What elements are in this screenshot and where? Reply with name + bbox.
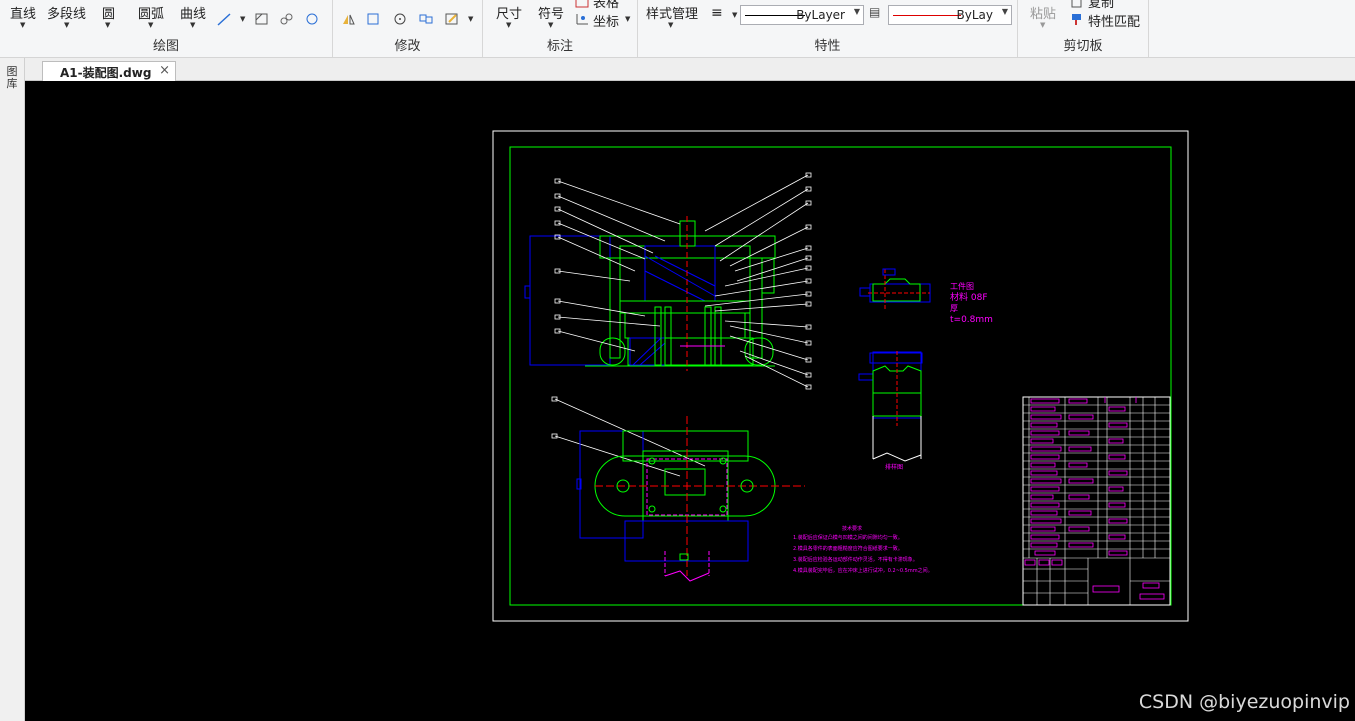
edit-dropdown-icon[interactable]: ▼ bbox=[468, 15, 473, 23]
linetype-combo[interactable]: ByLayer ▼ bbox=[740, 5, 864, 25]
ray-dropdown-icon[interactable]: ▼ bbox=[240, 15, 245, 23]
circle-dropdown-icon[interactable]: ▼ bbox=[105, 21, 110, 29]
modify-group: ▼ 修改 bbox=[333, 0, 483, 57]
layout-caption: 排样图 bbox=[885, 463, 903, 471]
table-icon[interactable] bbox=[575, 0, 590, 9]
color-dropdown-icon[interactable]: ▼ bbox=[1002, 7, 1008, 16]
color-value: ByLay bbox=[956, 8, 993, 22]
library-tab[interactable]: 图库 bbox=[4, 66, 20, 90]
edit-icon[interactable] bbox=[445, 12, 460, 26]
hatch-icon[interactable] bbox=[254, 12, 269, 26]
annotate-group-label: 标注 bbox=[546, 39, 573, 54]
tech-req-item-1: 1.装配后应保证凸模与凹模之间的间隙均匀一致。 bbox=[793, 534, 903, 541]
tech-req-title: 技术要求 bbox=[842, 525, 862, 532]
tech-req-item-4: 4.模具装配完毕后，应在冲床上进行试冲，0.2~0.5mm之间。 bbox=[793, 567, 933, 574]
mirror-icon[interactable] bbox=[341, 12, 356, 26]
parts-list bbox=[1022, 396, 1171, 606]
style-manager-button[interactable]: 样式管理 bbox=[646, 3, 698, 22]
tech-requirements: 技术要求 1.装配后应保证凸模与凹模之间的间隙均匀一致。 2.模具各零件的表面粗… bbox=[793, 525, 933, 574]
polyline-button[interactable]: 多段线 bbox=[47, 3, 86, 22]
tech-req-item-2: 2.模具各零件的表面粗糙度应符合图纸要求一致。 bbox=[793, 545, 903, 552]
ray-icon[interactable] bbox=[217, 12, 232, 26]
linetype-scale-icon[interactable]: ▤ bbox=[869, 5, 880, 19]
drawing-svg: 工件图 材料 08F 厚 t=0.8mm 排样图 技术要求 1.装配后应保证凸模… bbox=[492, 130, 1189, 622]
tab-a1-assembly[interactable]: A1-装配图.dwg × bbox=[42, 61, 176, 81]
tech-req-item-3: 3.装配后应检验各运动部件动作灵活，不得有卡滞现象。 bbox=[793, 556, 918, 563]
rotate-icon[interactable] bbox=[393, 12, 408, 26]
match-properties-button[interactable]: 特性匹配 bbox=[1088, 11, 1140, 30]
plan-view bbox=[576, 416, 805, 582]
arc-dropdown-icon[interactable]: ▼ bbox=[148, 21, 153, 29]
table-button[interactable]: 表格 bbox=[593, 0, 619, 11]
coordinate-dropdown-icon[interactable]: ▼ bbox=[625, 15, 630, 23]
tab-title: A1-装配图.dwg bbox=[60, 66, 152, 80]
paste-dropdown-icon[interactable]: ▼ bbox=[1040, 21, 1045, 29]
material-note-line1: 工件图 bbox=[950, 281, 974, 291]
color-combo[interactable]: ByLay ▼ bbox=[888, 5, 1012, 25]
coordinate-icon[interactable] bbox=[575, 12, 590, 26]
dimension-dropdown-icon[interactable]: ▼ bbox=[506, 21, 511, 29]
paste-button[interactable]: 粘贴 bbox=[1030, 3, 1056, 22]
material-note: 工件图 材料 08F 厚 t=0.8mm bbox=[950, 281, 993, 325]
coordinate-button[interactable]: 坐标 bbox=[593, 11, 619, 30]
material-note-line3: 厚 bbox=[950, 304, 958, 313]
style-manager-dropdown-icon[interactable]: ▼ bbox=[668, 21, 673, 29]
linetype-dropdown-icon[interactable]: ▼ bbox=[854, 7, 860, 16]
lineweight-icon[interactable]: ≡ bbox=[711, 5, 723, 21]
properties-group: 样式管理 ▼ ≡ ▼ ByLayer ▼ ▤ ByLay ▼ 特性 bbox=[638, 0, 1018, 57]
boundary-icon[interactable] bbox=[305, 12, 320, 26]
region-icon[interactable] bbox=[279, 12, 294, 26]
part-drawing bbox=[859, 268, 931, 309]
drawing-canvas[interactable]: 工件图 材料 08F 厚 t=0.8mm 排样图 技术要求 1.装配后应保证凸模… bbox=[25, 81, 1355, 721]
copy-icon[interactable] bbox=[1070, 0, 1085, 9]
watermark: CSDN @biyezuopinvip bbox=[1138, 691, 1350, 713]
document-tab-bar: A1-装配图.dwg × bbox=[0, 58, 1355, 81]
curve-dropdown-icon[interactable]: ▼ bbox=[190, 21, 195, 29]
clipboard-group-label: 剪切板 bbox=[1063, 39, 1103, 54]
match-properties-icon[interactable] bbox=[1070, 12, 1085, 26]
arc-button[interactable]: 圆弧 bbox=[138, 3, 164, 22]
linetype-value: ByLayer bbox=[796, 8, 845, 22]
draw-group: 直线 ▼ 多段线 ▼ 圆 ▼ 圆弧 ▼ 曲线 ▼ ▼ 绘图 bbox=[0, 0, 333, 57]
symbol-button[interactable]: 符号 bbox=[538, 3, 564, 22]
left-palette: 图库 bbox=[0, 58, 25, 721]
lineweight-dropdown-icon[interactable]: ▼ bbox=[732, 11, 737, 19]
array-icon[interactable] bbox=[419, 12, 434, 26]
circle-button[interactable]: 圆 bbox=[102, 3, 115, 22]
line-dropdown-icon[interactable]: ▼ bbox=[20, 21, 25, 29]
polyline-dropdown-icon[interactable]: ▼ bbox=[64, 21, 69, 29]
modify-group-label: 修改 bbox=[394, 39, 421, 54]
material-note-line2: 材料 08F bbox=[950, 291, 988, 303]
color-preview bbox=[893, 15, 961, 16]
curve-button[interactable]: 曲线 bbox=[180, 3, 206, 22]
line-button[interactable]: 直线 bbox=[10, 3, 36, 22]
material-note-line4: t=0.8mm bbox=[950, 315, 993, 325]
copy-button[interactable]: 复制 bbox=[1088, 0, 1114, 11]
dimension-button[interactable]: 尺寸 bbox=[496, 3, 522, 22]
scale-icon[interactable] bbox=[366, 12, 381, 26]
draw-group-label: 绘图 bbox=[152, 39, 179, 54]
ribbon: 直线 ▼ 多段线 ▼ 圆 ▼ 圆弧 ▼ 曲线 ▼ ▼ 绘图 ▼ 修改 尺寸 ▼ … bbox=[0, 0, 1355, 58]
symbol-dropdown-icon[interactable]: ▼ bbox=[548, 21, 553, 29]
annotate-group: 尺寸 ▼ 符号 ▼ 表格 坐标 ▼ 标注 bbox=[483, 0, 638, 57]
close-icon[interactable]: × bbox=[159, 63, 170, 78]
strip-layout bbox=[858, 351, 923, 462]
clipboard-group: 粘贴 ▼ 复制 特性匹配 剪切板 bbox=[1018, 0, 1149, 57]
properties-group-label: 特性 bbox=[814, 39, 841, 54]
